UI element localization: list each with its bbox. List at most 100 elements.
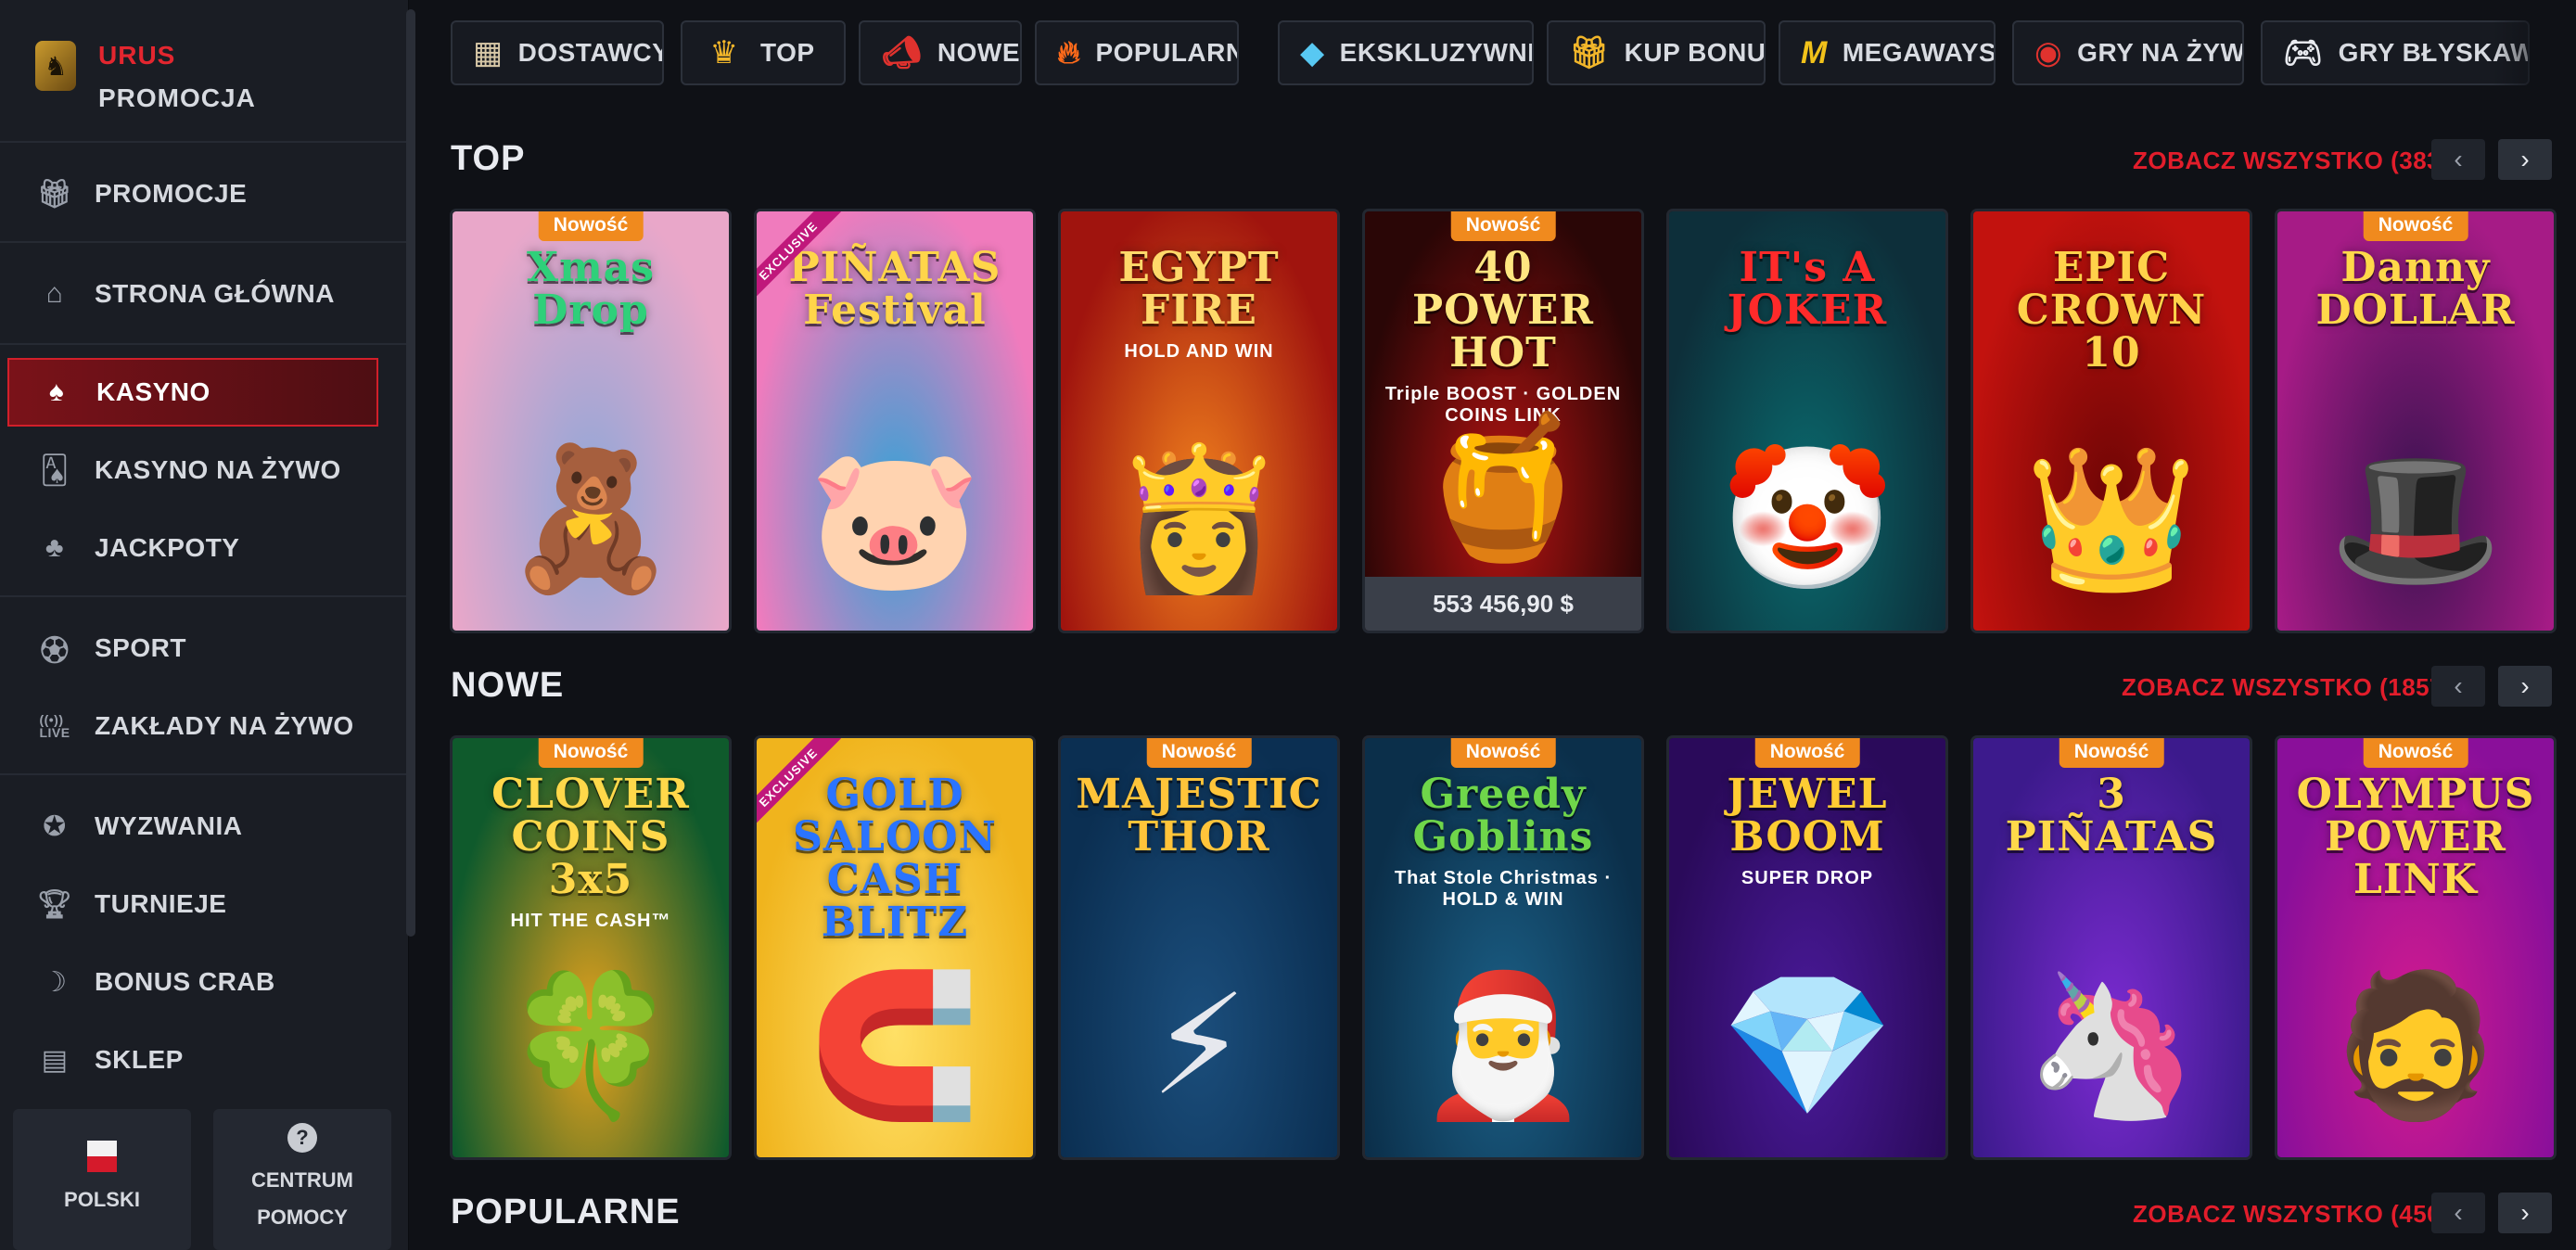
category-gry-blyskawiczne[interactable]: 🎮︎ GRY BŁYSKAWIC [2261,20,2530,85]
game-card[interactable]: 3 PIÑATAS 🦄 Nowość [1973,738,2250,1157]
new-badge: Nowość [1450,738,1556,768]
game-card[interactable]: MAJESTIC THOR ⚡ Nowość [1061,738,1337,1157]
scroll-left-button-top[interactable]: ‹ [2431,139,2485,180]
category-ekskluzywne[interactable]: ◆ EKSKLUZYWNE [1278,20,1534,85]
sidebar-scrollbar[interactable] [406,9,415,937]
game-card[interactable]: Greedy Goblins That Stole Christmas · HOL… [1365,738,1641,1157]
sidebar-item-kasyno-na-zywo[interactable]: 🂡 KASYNO NA ŻYWO [7,436,378,504]
scroll-left-button-popularne[interactable]: ‹ [2431,1193,2485,1233]
medal-icon: ✪ [43,810,67,842]
game-title: Greedy Goblins [1412,771,1594,861]
help-label-line2: POMOCY [257,1205,348,1229]
sidebar-item-wyzwania[interactable]: ✪ WYZWANIA [7,792,378,861]
game-title: GOLD SALOON CASH BLITZ [793,771,997,946]
new-badge: Nowość [538,738,644,768]
game-title: MAJESTIC THOR [1076,771,1322,861]
sidebar-item-sport[interactable]: ⚽︎ SPORT [7,614,378,682]
promo-banner[interactable]: ♞ URUS PROMOCJA [35,41,256,113]
see-all-link-nowe[interactable]: ZOBACZ WSZYSTKO (1857) [2122,673,2452,702]
divider [0,241,408,243]
game-artwork: CLOVER COINS 3x5 HIT THE CASH™ 🍀 [453,738,729,1157]
see-all-link-top[interactable]: ZOBACZ WSZYSTKO (383) [2133,147,2449,175]
category-label: EKSKLUZYWNE [1339,38,1534,67]
scroll-right-button-nowe[interactable]: › [2498,666,2552,707]
game-title: CLOVER COINS 3x5 [491,771,690,903]
section-title-popularne: POPULARNE [451,1193,681,1231]
game-motif-icon: 🤡 [1720,440,1894,596]
category-bar-fade [2493,0,2576,104]
new-badge: Nowość [2363,738,2468,768]
game-motif-icon: 🎩 [2328,440,2503,596]
sidebar-item-promocje[interactable]: 🎁︎ PROMOCJE [7,159,378,228]
lamborghini-bull-icon: ♞ [35,41,76,91]
promo-subtitle: PROMOCJA [98,83,256,112]
divider [0,595,408,597]
game-title: PIÑATAS Festival [788,244,1001,334]
sidebar-item-label: ZAKŁADY NA ŻYWO [95,711,354,740]
sidebar-item-label: SPORT [95,633,186,662]
sidebar-item-zaklady-na-zywo[interactable]: ((•)) LIVE ZAKŁADY NA ŻYWO [7,692,378,760]
game-card[interactable]: GOLD SALOON CASH BLITZ 🧲 EXCLUSIVE [757,738,1033,1157]
game-card[interactable]: OLYMPUS POWER LINK 🧔 Nowość [2277,738,2554,1157]
shop-icon: ▤ [41,1044,69,1076]
game-artwork: EGYPT FIRE HOLD AND WIN 👸 [1061,211,1337,631]
diamond-icon: ◆ [1300,35,1325,70]
game-card[interactable]: 40 POWER HOT Triple BOOST · GOLDEN COINS … [1365,211,1641,631]
game-title: 40 POWER HOT [1412,244,1594,376]
game-artwork: EPIC CROWN 10 👑 [1973,211,2250,631]
game-artwork: PIÑATAS Festival 🐷 [757,211,1033,631]
game-card[interactable]: PIÑATAS Festival 🐷 EXCLUSIVE [757,211,1033,631]
game-card[interactable]: EPIC CROWN 10 👑 [1973,211,2250,631]
fire-icon: 🔥︎ [1057,34,1081,70]
new-badge: Nowość [2363,211,2468,241]
gift-box-icon: 🎁︎ [1569,35,1610,70]
chevron-right-icon: › [2520,145,2530,173]
category-gry-na-zywo[interactable]: ◉ GRY NA ŻYWO [2012,20,2244,85]
scroll-right-button-popularne[interactable]: › [2498,1193,2552,1233]
sidebar-item-strona-glowna[interactable]: ⌂ STRONA GŁÓWNA [7,260,378,328]
category-dostawcy[interactable]: ▦ DOSTAWCY [451,20,664,85]
game-subtitle: That Stole Christmas · HOLD & WIN [1394,868,1613,910]
trophy-icon: 🏆︎ [36,888,73,920]
megaways-icon: M [1801,34,1828,70]
game-title: Xmas Drop [527,244,655,334]
poker-chips-icon: ◉ [2034,35,2063,70]
category-top[interactable]: ♛ TOP [681,20,846,85]
help-center-button[interactable]: ? CENTRUM POMOCY [213,1109,391,1250]
sidebar-item-label: JACKPOTY [95,533,240,562]
category-nowe[interactable]: 📣︎ NOWE [859,20,1022,85]
new-badge: Nowość [1146,738,1252,768]
game-title: 3 PIÑATAS [2005,771,2218,861]
divider [0,773,408,775]
game-card[interactable]: JEWEL BOOM SUPER DROP 💎 Nowość [1669,738,1945,1157]
sidebar-item-bonus-crab[interactable]: ☽ BONUS CRAB [7,948,378,1016]
crown-icon: ♛ [709,35,739,70]
category-popularne[interactable]: 🔥︎ POPULARNE [1035,20,1239,85]
see-all-link-popularne[interactable]: ZOBACZ WSZYSTKO (450) [2133,1200,2449,1229]
category-megaways[interactable]: M MEGAWAYS [1779,20,1996,85]
game-card[interactable]: EGYPT FIRE HOLD AND WIN 👸 [1061,211,1337,631]
sidebar-item-kasyno[interactable]: ♠ KASYNO [7,358,378,427]
sidebar-item-sklep[interactable]: ▤ SKLEP [7,1026,378,1094]
game-card[interactable]: IT's A JOKER 🤡 [1669,211,1945,631]
section-title-nowe: NOWE [451,666,565,705]
chevron-left-icon: ‹ [2454,671,2463,700]
chevron-left-icon: ‹ [2454,145,2463,173]
new-badge: Nowość [1450,211,1556,241]
scroll-left-button-nowe[interactable]: ‹ [2431,666,2485,707]
sidebar-item-jackpoty[interactable]: ♣ JACKPOTY [7,514,378,582]
live-icon: ((•)) LIVE [39,712,70,740]
scroll-right-button-top[interactable]: › [2498,139,2552,180]
game-artwork: 40 POWER HOT Triple BOOST · GOLDEN COINS … [1365,211,1641,631]
sidebar-item-turnieje[interactable]: 🏆︎ TURNIEJE [7,870,378,938]
game-artwork: JEWEL BOOM SUPER DROP 💎 [1669,738,1945,1157]
chevron-left-icon: ‹ [2454,1198,2463,1227]
language-label: POLSKI [64,1188,140,1211]
language-selector[interactable]: POLSKI [13,1109,191,1250]
game-artwork: Xmas Drop 🧸 [453,211,729,631]
game-title: Danny DOLLAR [2315,244,2516,334]
game-card[interactable]: CLOVER COINS 3x5 HIT THE CASH™ 🍀 Nowość [453,738,729,1157]
game-card[interactable]: Xmas Drop 🧸 Nowość [453,211,729,631]
category-kup-bonus[interactable]: 🎁︎ KUP BONUS [1547,20,1766,85]
game-card[interactable]: Danny DOLLAR 🎩 Nowość [2277,211,2554,631]
